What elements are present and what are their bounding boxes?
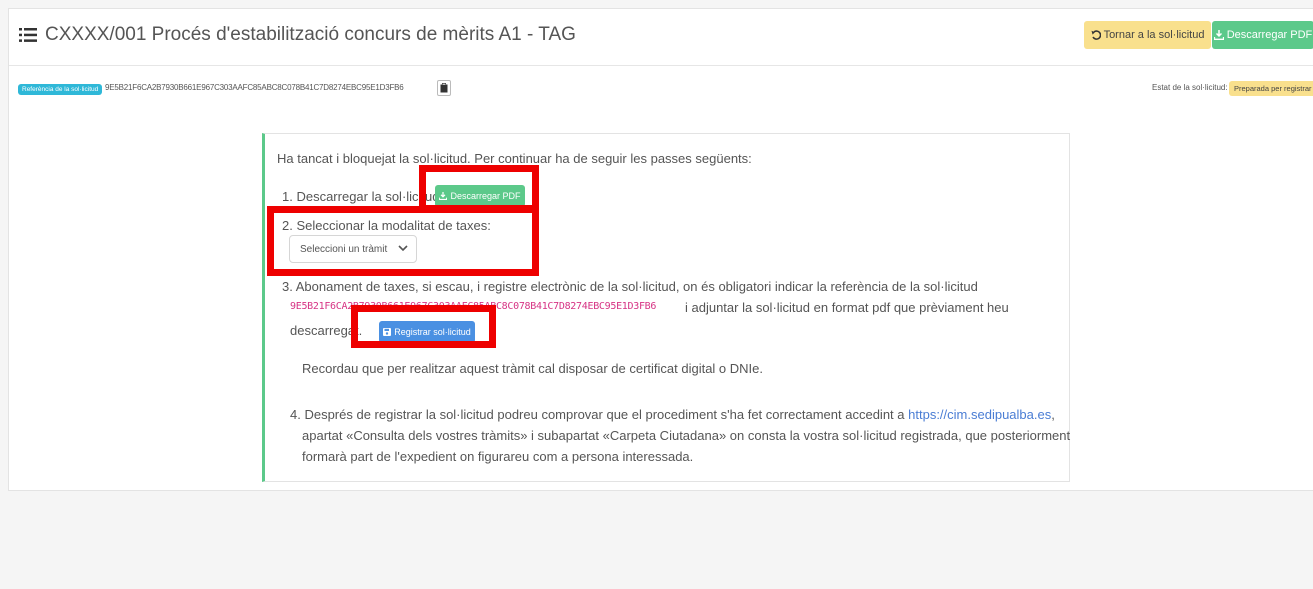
step4-text-line3: formarà part de l'expedient on figurareu… (302, 449, 694, 464)
status-label: Estat de la sol·licitud: (1152, 83, 1228, 92)
step1-button-label: Descarregar PDF (450, 191, 521, 201)
reference-code: 9E5B21F6CA2B7930B661E967C303AAFC85ABC8C0… (105, 83, 404, 92)
page-title: CXXXX/001 Procés d'estabilització concur… (45, 24, 576, 45)
download-button-label: Descarregar PDF (1226, 29, 1313, 41)
register-request-button[interactable]: Registrar sol·licitud (379, 321, 475, 343)
instructions-panel: Ha tancat i bloquejat la sol·licitud. Pe… (262, 133, 1070, 482)
main-card: CXXXX/001 Procés d'estabilització concur… (8, 8, 1313, 491)
floppy-disk-icon (383, 328, 392, 336)
step3-text-continued: i adjuntar la sol·licitud en format pdf … (685, 300, 1009, 315)
back-to-request-button[interactable]: Tornar a la sol·licitud (1084, 21, 1211, 49)
step4-text-prefix: 4. Després de registrar la sol·licitud p… (290, 407, 905, 422)
download-pdf-button[interactable]: Descarregar PDF (1212, 21, 1313, 49)
sede-link[interactable]: https://cim.sedipualba.es (908, 407, 1051, 422)
undo-icon (1091, 30, 1101, 40)
status-badge: Preparada per registrar (1229, 81, 1313, 96)
copy-reference-button[interactable] (437, 80, 451, 96)
list-icon (19, 28, 37, 42)
page-header: CXXXX/001 Procés d'estabilització concur… (9, 9, 1313, 66)
step2-text: 2. Seleccionar la modalitat de taxes: (282, 218, 491, 233)
fee-mode-select[interactable]: Seleccioni un tràmit (289, 235, 417, 263)
instructions-intro: Ha tancat i bloquejat la sol·licitud. Pe… (277, 151, 752, 166)
step3-text-end: descarregat. (290, 323, 363, 338)
chevron-down-icon (398, 245, 408, 252)
download-icon (439, 192, 448, 200)
fee-mode-select-value: Seleccioni un tràmit (300, 243, 388, 255)
step4-text-line2: apartat «Consulta dels vostres tràmits» … (302, 428, 1071, 443)
step3-note: Recordau que per realitzar aquest tràmit… (302, 361, 763, 376)
step4-text: 4. Després de registrar la sol·licitud p… (290, 407, 1055, 422)
step3-text: 3. Abonament de taxes, si escau, i regis… (282, 279, 978, 294)
step1-download-pdf-button[interactable]: Descarregar PDF (435, 185, 525, 207)
step1-text: 1. Descarregar la sol·licitud (282, 189, 440, 204)
step3-reference-code: 9E5B21F6CA2B7930B661E967C303AAFC85ABC8C0… (290, 301, 657, 312)
register-button-label: Registrar sol·licitud (394, 327, 471, 337)
back-button-label: Tornar a la sol·licitud (1103, 29, 1205, 41)
download-icon (1213, 30, 1224, 40)
clipboard-icon (440, 83, 448, 93)
reference-badge: Referència de la sol·licitud (18, 84, 103, 95)
